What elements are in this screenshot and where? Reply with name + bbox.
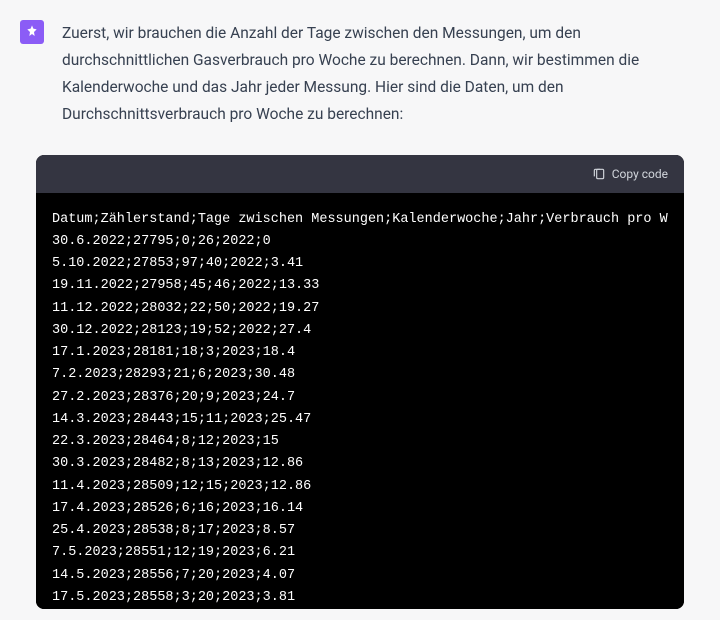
code-row: 17.4.2023;28526;6;16;2023;16.14 — [52, 501, 303, 516]
code-row: 14.5.2023;28556;7;20;2023;4.07 — [52, 568, 295, 583]
assistant-avatar — [20, 20, 44, 44]
code-row: 14.3.2023;28443;15;11;2023;25.47 — [52, 412, 311, 427]
code-content[interactable]: Datum;Zählerstand;Tage zwischen Messunge… — [36, 193, 684, 610]
assistant-message-row: Zuerst, wir brauchen die Anzahl der Tage… — [0, 0, 720, 145]
code-block-header: Copy code — [36, 155, 684, 193]
assistant-message-text: Zuerst, wir brauchen die Anzahl der Tage… — [62, 20, 696, 129]
code-row: 17.5.2023;28558;3;20;2023;3.81 — [52, 590, 295, 605]
code-row: 11.4.2023;28509;12;15;2023;12.86 — [52, 479, 311, 494]
code-row: 30.6.2022;27795;0;26;2022;0 — [52, 234, 271, 249]
code-row: 30.12.2022;28123;19;52;2022;27.4 — [52, 323, 311, 338]
code-row: 11.12.2022;28032;22;50;2022;19.27 — [52, 301, 319, 316]
clipboard-icon — [592, 167, 606, 181]
code-row: 27.2.2023;28376;20;9;2023;24.7 — [52, 390, 295, 405]
code-row: 7.5.2023;28551;12;19;2023;6.21 — [52, 545, 295, 560]
copy-code-label: Copy code — [612, 167, 668, 181]
code-header-line: Datum;Zählerstand;Tage zwischen Messunge… — [52, 212, 668, 227]
openai-logo-icon — [24, 24, 40, 40]
code-row: 30.3.2023;28482;8;13;2023;12.86 — [52, 456, 303, 471]
code-row: 7.2.2023;28293;21;6;2023;30.48 — [52, 367, 295, 382]
code-block: Copy code Datum;Zählerstand;Tage zwische… — [36, 155, 684, 610]
code-row: 5.10.2022;27853;97;40;2022;3.41 — [52, 256, 303, 271]
code-row: 19.11.2022;27958;45;46;2022;13.33 — [52, 278, 319, 293]
code-row: 25.4.2023;28538;8;17;2023;8.57 — [52, 523, 295, 538]
code-row: 22.3.2023;28464;8;12;2023;15 — [52, 434, 279, 449]
copy-code-button[interactable]: Copy code — [592, 167, 668, 181]
code-row: 17.1.2023;28181;18;3;2023;18.4 — [52, 345, 295, 360]
